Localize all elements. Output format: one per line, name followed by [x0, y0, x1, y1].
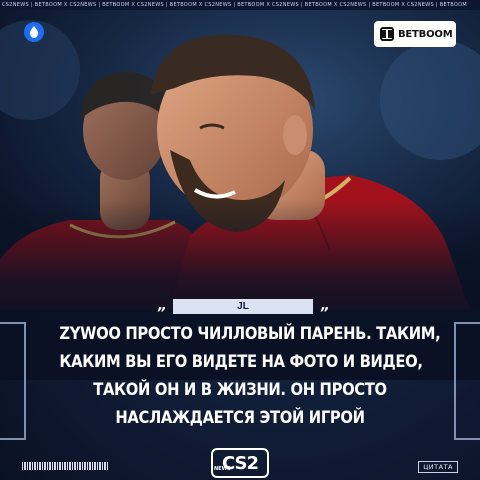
- quote-line: ТАКОЙ ОН И В ЖИЗНИ. ОН ПРОСТО: [93, 380, 387, 400]
- author-row: „ JL „: [158, 298, 330, 314]
- cs2news-logo: CS2: [211, 448, 269, 478]
- quote-line: ZYWOO ПРОСТО ЧИЛЛОВЫЙ ПАРЕНЬ. ТАКИМ,: [59, 324, 441, 344]
- quote-card: CS2NEWS | BETBOOM X CS2NEWS | BETBOOM X …: [0, 0, 480, 480]
- left-bracket: [0, 322, 26, 440]
- quote-text: ZYWOO ПРОСТО ЧИЛЛОВЫЙ ПАРЕНЬ. ТАКИМ, КАК…: [30, 320, 450, 432]
- author-name: JL: [173, 298, 313, 314]
- close-quote-mark: „: [320, 298, 330, 314]
- brand-label: BETBOOM: [398, 28, 453, 40]
- betboom-logo-icon: [380, 27, 394, 41]
- top-ticker: CS2NEWS | BETBOOM X CS2NEWS | BETBOOM X …: [0, 0, 480, 10]
- logo-sub: NEWS: [214, 466, 231, 472]
- drop-icon[interactable]: [24, 22, 44, 42]
- quote-tag: ЦИТАТА: [418, 461, 458, 473]
- betboom-badge[interactable]: BETBOOM: [374, 21, 456, 47]
- right-bracket: [454, 322, 480, 440]
- quote-line: НАСЛАЖДАЕТСЯ ЭТОЙ ИГРОЙ: [115, 408, 365, 428]
- quote-line: КАКИМ ВЫ ЕГО ВИДЕТЕ НА ФОТО И ВИДЕО,: [59, 352, 423, 372]
- barcode-decoration: [22, 462, 108, 470]
- open-quote-mark: „: [158, 298, 167, 314]
